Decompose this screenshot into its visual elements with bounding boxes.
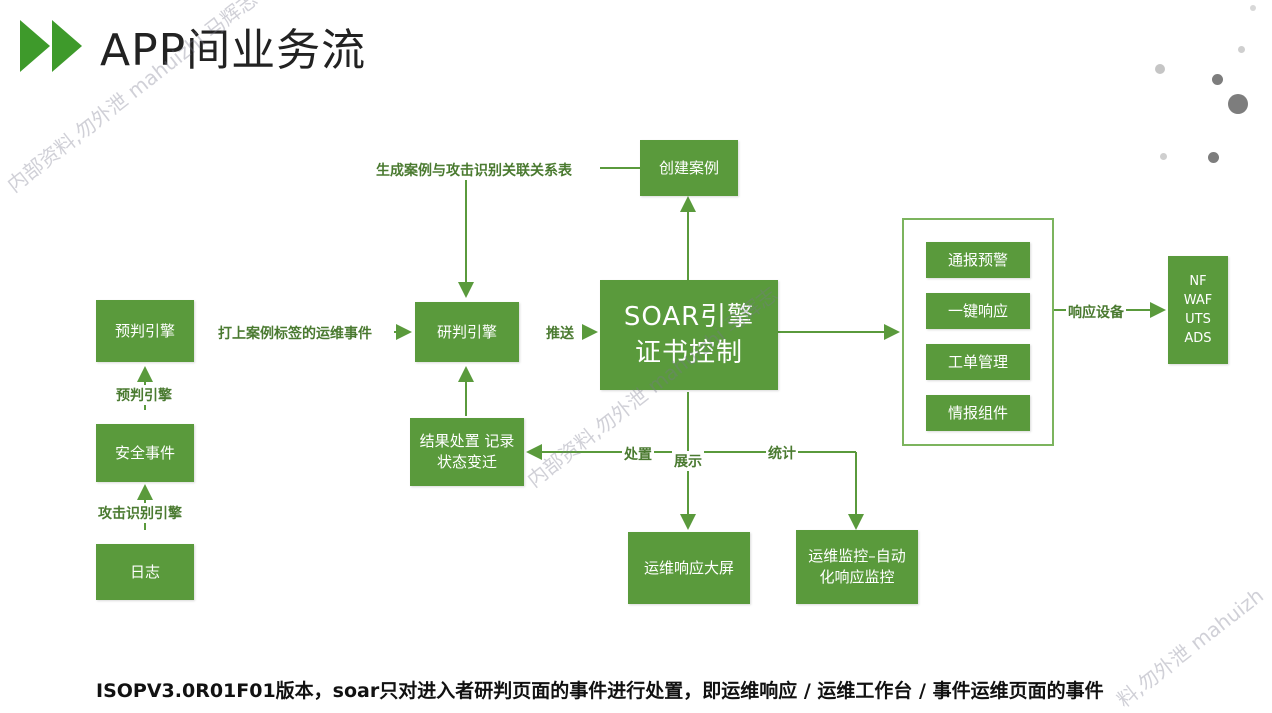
prejudge-engine-box: 预判引擎 [96,300,194,362]
edge-label-response-device: 响应设备 [1066,302,1126,322]
ops-monitor-box: 运维监控–自动 化响应监控 [796,530,918,604]
log-box: 日志 [96,544,194,600]
edge-label-attack: 攻击识别引擎 [96,503,184,523]
footer-note: ISOPV3.0R01F01版本，soar只对进入者研判页面的事件进行处置，即运… [96,680,1104,702]
edge-label-prejudge: 预判引擎 [114,385,174,405]
edge-label-push: 推送 [544,323,576,343]
work-order-box: 工单管理 [926,344,1030,380]
notify-alert-box: 通报预警 [926,242,1030,278]
ops-response-screen-box: 运维响应大屏 [628,532,750,604]
research-engine-box: 研判引擎 [415,302,519,362]
edge-label-show: 展示 [672,451,704,471]
response-devices-box: NF WAF UTS ADS [1168,256,1228,364]
edge-label-tag-events: 打上案例标签的运维事件 [216,323,374,343]
one-click-response-box: 一键响应 [926,293,1030,329]
create-case-box: 创建案例 [640,140,738,196]
intel-component-box: 情报组件 [926,395,1030,431]
edge-label-gen-case: 生成案例与攻击识别关联关系表 [374,160,574,180]
edge-label-dispose: 处置 [622,444,654,464]
security-event-box: 安全事件 [96,424,194,482]
result-disposition-box: 结果处置 记录 状态变迁 [410,418,524,486]
edge-label-stats: 统计 [766,443,798,463]
